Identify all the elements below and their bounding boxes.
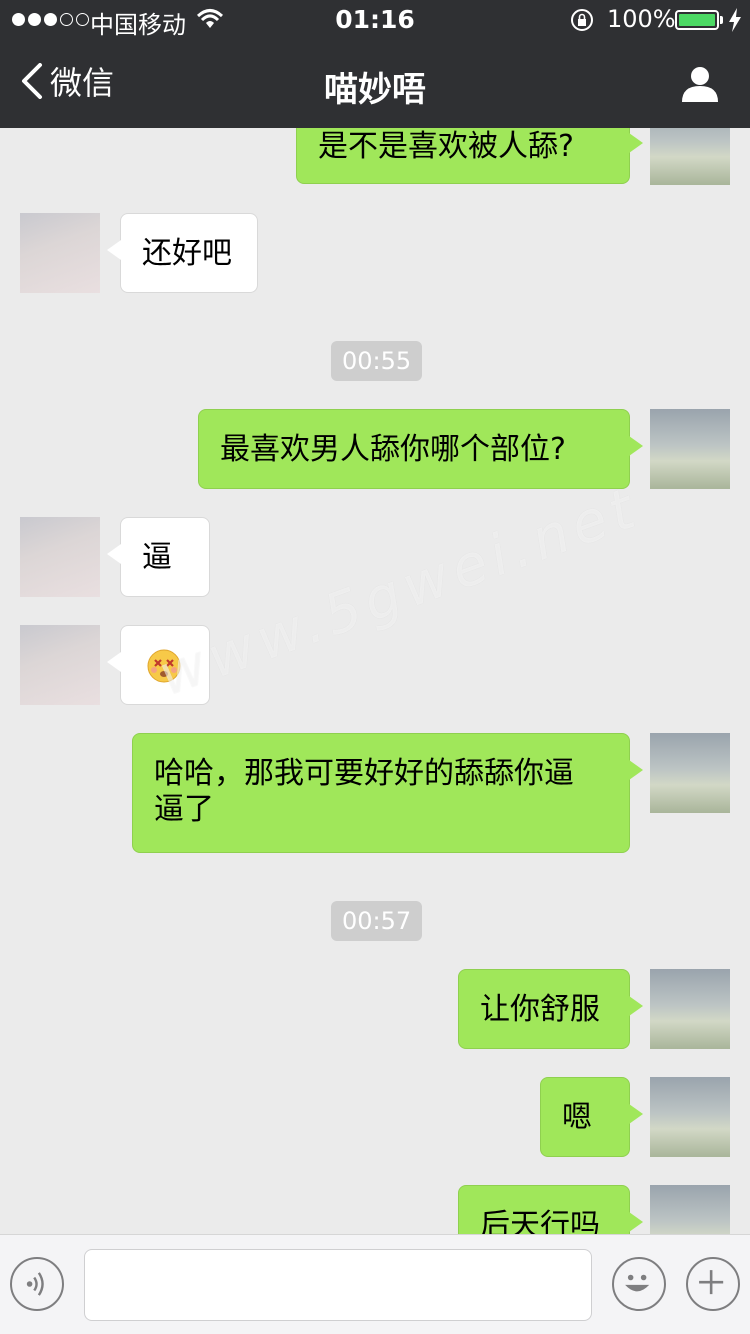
message-bubble[interactable]: 哈哈，那我可要好好的舔舔你逼 逼了 <box>132 733 643 853</box>
emoji-button[interactable] <box>612 1257 666 1311</box>
message-text-line: 逼了 <box>154 792 214 827</box>
person-icon[interactable] <box>680 64 720 104</box>
plus-icon <box>699 1270 724 1295</box>
dizzy-face-emoji <box>147 649 181 683</box>
my-avatar[interactable] <box>650 1077 730 1157</box>
my-avatar[interactable] <box>650 409 730 489</box>
my-avatar[interactable] <box>650 733 730 813</box>
contact-avatar[interactable] <box>20 517 100 597</box>
message-bubble[interactable]: 最喜欢男人舔你哪个部位? <box>198 409 643 489</box>
contact-avatar[interactable] <box>20 213 100 293</box>
message-bubble[interactable] <box>107 625 210 705</box>
smiley-icon <box>625 1274 650 1292</box>
message-text: 还好吧 <box>142 236 232 271</box>
battery-percent: 100% <box>607 5 676 33</box>
message-text: 是不是喜欢被人舔? <box>318 129 574 164</box>
message-bubble[interactable]: 嗯 <box>540 1077 643 1157</box>
top-bar: 中国移动 01:16 100% 微信 喵妙唔 <box>0 0 750 128</box>
charging-bolt-icon <box>729 8 741 32</box>
message-text: 让你舒服 <box>480 992 600 1027</box>
input-bar <box>0 1234 750 1334</box>
voice-icon <box>26 1272 44 1296</box>
contact-avatar[interactable] <box>20 625 100 705</box>
rotation-lock-icon <box>571 9 593 31</box>
more-button[interactable] <box>686 1257 740 1311</box>
status-bar: 中国移动 01:16 100% <box>0 0 750 40</box>
voice-button[interactable] <box>10 1257 64 1311</box>
message-bubble[interactable]: 还好吧 <box>107 213 258 293</box>
battery-icon <box>675 10 719 30</box>
timestamp-chip: 00:55 <box>331 341 423 381</box>
message-text: 最喜欢男人舔你哪个部位? <box>220 432 566 467</box>
message-bubble[interactable]: 逼 <box>107 517 210 597</box>
message-text: 逼 <box>142 540 172 575</box>
message-bubble[interactable]: 让你舒服 <box>458 969 643 1049</box>
nav-bar: 微信 喵妙唔 <box>0 40 750 128</box>
message-input[interactable] <box>84 1249 592 1321</box>
chat-title: 喵妙唔 <box>324 70 426 110</box>
message-text: 嗯 <box>562 1100 592 1135</box>
my-avatar[interactable] <box>650 969 730 1049</box>
timestamp-chip: 00:57 <box>331 901 423 941</box>
message-text-line: 哈哈，那我可要好好的舔舔你逼 <box>154 756 574 791</box>
